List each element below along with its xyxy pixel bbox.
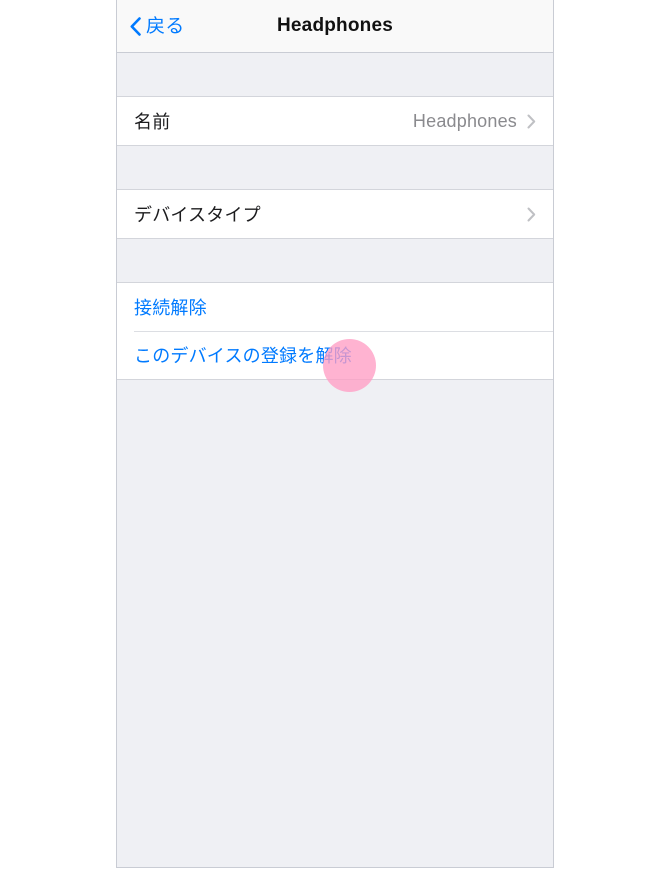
row-forget-device-label: このデバイスの登録を解除 xyxy=(134,346,352,366)
section-name: 名前 Headphones xyxy=(117,96,553,146)
row-disconnect[interactable]: 接続解除 xyxy=(117,283,553,331)
section-gap-1 xyxy=(117,146,553,189)
settings-table: 名前 Headphones デバイスタイプ 接続解除 このデバイスの登録を解除 xyxy=(117,53,553,867)
row-name-label: 名前 xyxy=(134,112,171,132)
row-device-type-label: デバイスタイプ xyxy=(134,205,261,225)
row-device-type[interactable]: デバイスタイプ xyxy=(117,190,553,238)
chevron-right-icon xyxy=(527,114,536,128)
page-title: Headphones xyxy=(276,15,394,36)
device-screen: 戻る Headphones 名前 Headphones デバイスタイプ 接続解除… xyxy=(116,0,554,868)
row-name[interactable]: 名前 Headphones xyxy=(117,97,553,145)
row-disconnect-label: 接続解除 xyxy=(134,298,207,318)
section-gap-2 xyxy=(117,239,553,282)
chevron-right-icon xyxy=(527,207,536,221)
navigation-bar: 戻る Headphones xyxy=(117,0,553,53)
section-gap-top xyxy=(117,53,553,96)
row-forget-device[interactable]: このデバイスの登録を解除 xyxy=(117,331,553,379)
row-name-value: Headphones xyxy=(412,110,517,131)
section-actions: 接続解除 このデバイスの登録を解除 xyxy=(117,282,553,380)
section-device-type: デバイスタイプ xyxy=(117,189,553,239)
